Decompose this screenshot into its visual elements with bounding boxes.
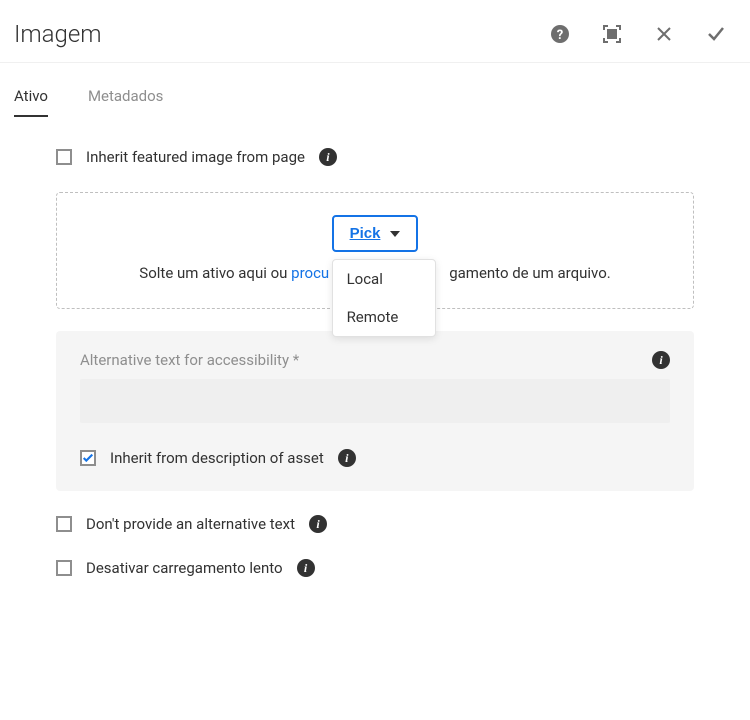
alt-text-input[interactable] — [80, 379, 670, 423]
info-icon[interactable]: i — [338, 449, 356, 467]
lazy-row: Desativar carregamento lento i — [56, 559, 694, 577]
alt-label-row: Alternative text for accessibility * i — [80, 351, 670, 369]
inherit-featured-checkbox[interactable] — [56, 149, 72, 165]
pick-button-label: Pick — [350, 225, 381, 242]
help-icon[interactable]: ? — [550, 24, 570, 44]
image-dialog: Imagem ? Ativo Metadados Inherit feature… — [0, 0, 750, 577]
inherit-alt-label: Inherit from description of asset — [110, 449, 324, 467]
confirm-icon[interactable] — [706, 24, 726, 44]
dialog-title: Imagem — [14, 20, 550, 48]
close-icon[interactable] — [654, 24, 674, 44]
info-icon[interactable]: i — [297, 559, 315, 577]
svg-text:?: ? — [557, 28, 563, 43]
tabs: Ativo Metadados — [0, 63, 750, 118]
fullscreen-icon[interactable] — [602, 24, 622, 44]
pick-menu: Local Remote — [332, 259, 436, 337]
chevron-down-icon — [390, 231, 400, 237]
dialog-header: Imagem ? — [0, 0, 750, 63]
asset-dropzone[interactable]: Pick Local Remote Solte um ativo aqui ou… — [56, 192, 694, 309]
no-alt-row: Don't provide an alternative text i — [56, 515, 694, 533]
info-icon[interactable]: i — [319, 148, 337, 166]
lazy-label: Desativar carregamento lento — [86, 559, 283, 577]
alt-text-label: Alternative text for accessibility * — [80, 351, 652, 369]
pick-wrapper: Pick Local Remote — [332, 215, 419, 252]
info-icon[interactable]: i — [652, 351, 670, 369]
inherit-alt-row: Inherit from description of asset i — [80, 449, 670, 467]
header-actions: ? — [550, 24, 726, 44]
inherit-featured-row: Inherit featured image from page i — [56, 148, 694, 166]
pick-item-remote[interactable]: Remote — [333, 298, 435, 336]
inherit-alt-checkbox[interactable] — [80, 450, 96, 466]
pick-button[interactable]: Pick — [332, 215, 419, 252]
browse-link[interactable]: procu — [291, 264, 329, 282]
inherit-featured-label: Inherit featured image from page — [86, 148, 305, 166]
tab-content: Inherit featured image from page i Pick … — [0, 118, 750, 577]
info-icon[interactable]: i — [309, 515, 327, 533]
tab-asset[interactable]: Ativo — [14, 87, 48, 117]
lazy-checkbox[interactable] — [56, 560, 72, 576]
tab-metadata[interactable]: Metadados — [88, 87, 164, 117]
alt-text-panel: Alternative text for accessibility * i I… — [56, 331, 694, 491]
no-alt-label: Don't provide an alternative text — [86, 515, 295, 533]
pick-item-local[interactable]: Local — [333, 260, 435, 298]
no-alt-checkbox[interactable] — [56, 516, 72, 532]
